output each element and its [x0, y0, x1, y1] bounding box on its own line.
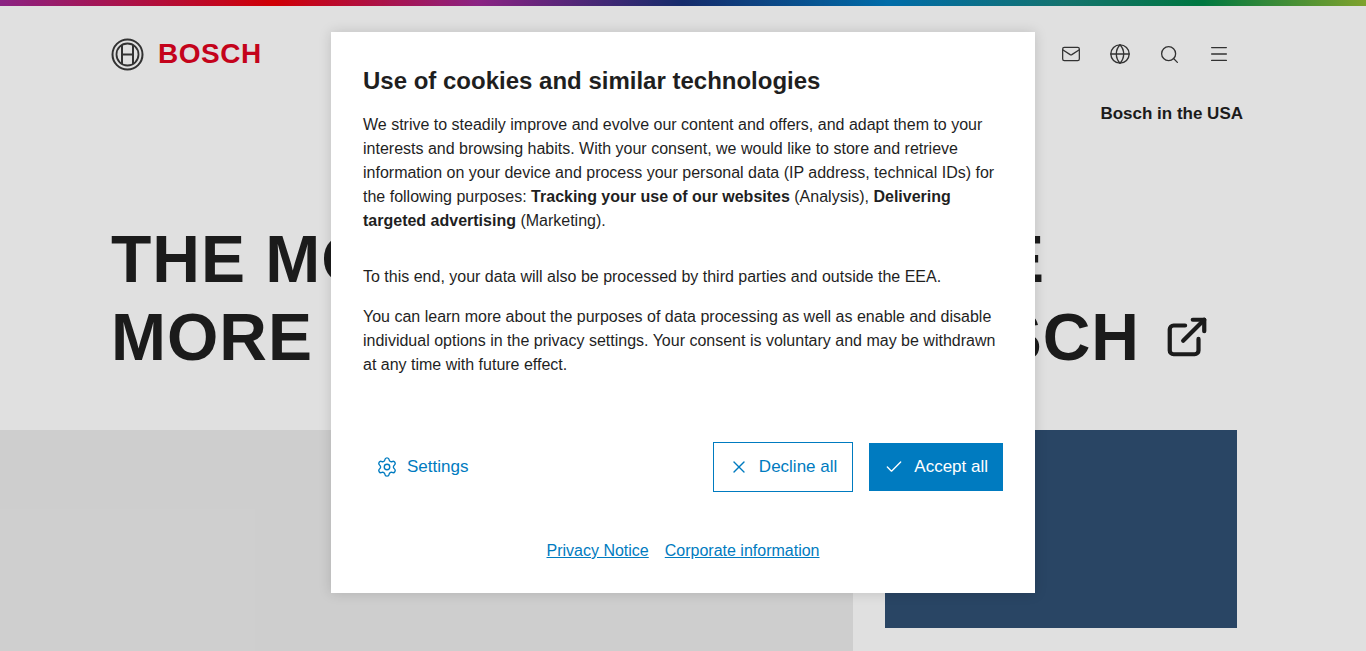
- page: BOSCHBosch in the USATHE MOEMORESCHUse o…: [0, 0, 1366, 651]
- footer-link[interactable]: Privacy Notice: [547, 539, 649, 563]
- dialog-intro: We strive to steadily improve and evolve…: [363, 113, 1003, 233]
- dialog-actions: Settings Decline all Accept all: [363, 442, 1003, 492]
- close-icon: [729, 457, 749, 477]
- dialog-links: Privacy Notice Corporate information: [363, 539, 1003, 563]
- settings-button[interactable]: Settings: [363, 454, 468, 480]
- dialog-title: Use of cookies and similar technologies: [363, 66, 1003, 96]
- cookie-dialog: Use of cookies and similar technologies W…: [331, 32, 1035, 593]
- accept-all-button[interactable]: Accept all: [869, 443, 1003, 491]
- dialog-paragraph: You can learn more about the purposes of…: [363, 305, 1003, 377]
- dialog-paragraph: To this end, your data will also be proc…: [363, 265, 1003, 289]
- decline-all-button[interactable]: Decline all: [713, 442, 853, 492]
- gear-icon: [376, 456, 398, 478]
- check-icon: [884, 457, 904, 477]
- footer-link[interactable]: Corporate information: [665, 539, 820, 563]
